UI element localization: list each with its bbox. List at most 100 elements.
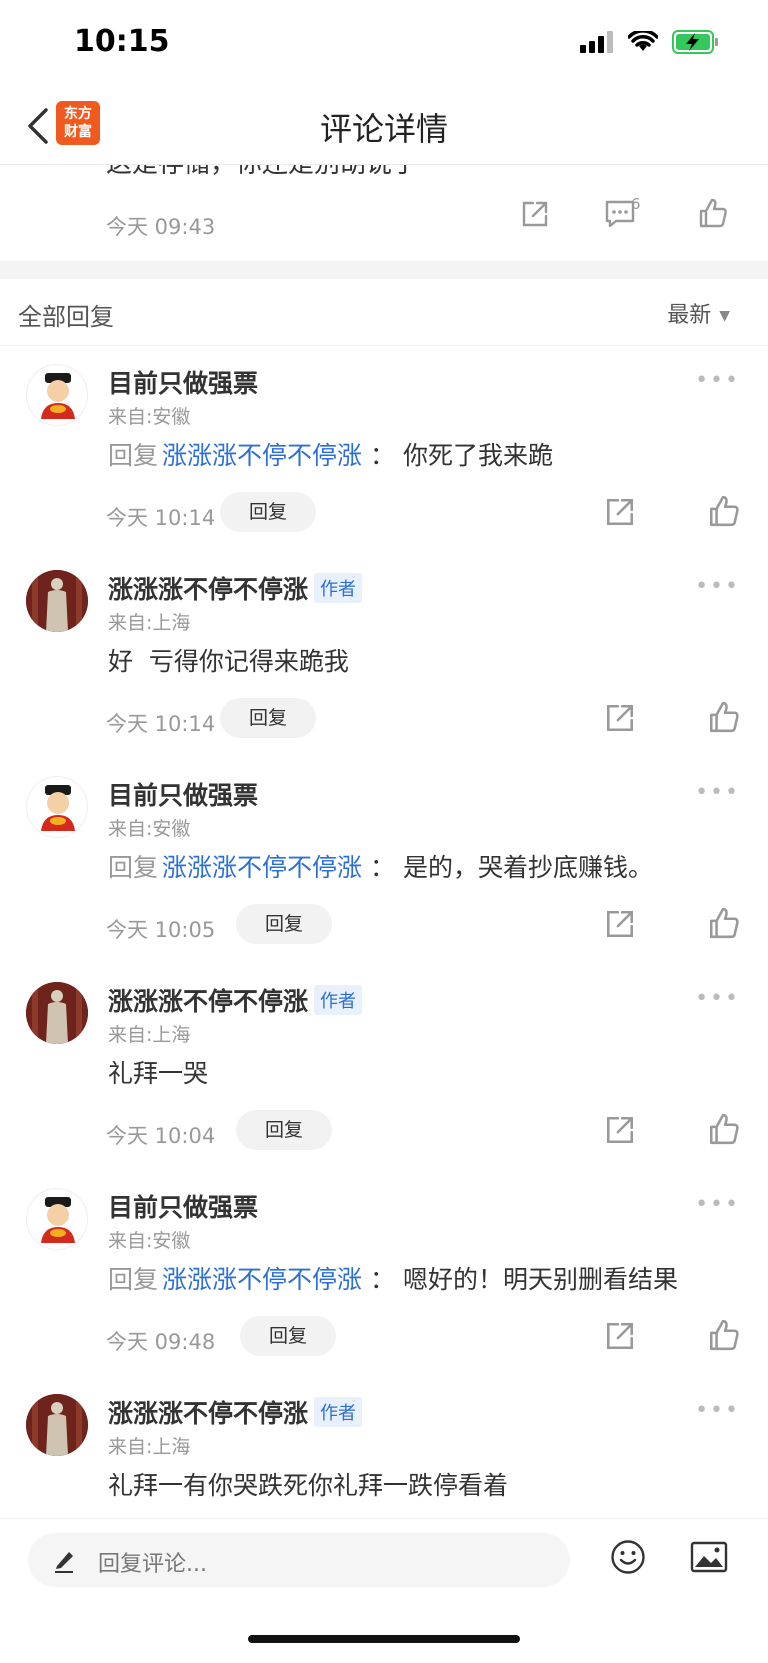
colon: ： (370, 441, 396, 470)
like-icon[interactable] (698, 197, 728, 229)
location: 来自:上海 (108, 1024, 191, 1046)
share-icon[interactable] (604, 496, 636, 528)
share-icon[interactable] (604, 908, 636, 940)
reply-time: 今天 10:14 (106, 506, 216, 530)
username[interactable]: 涨涨涨不停不停涨 作者 (108, 982, 363, 1018)
statue-photo-avatar-icon (26, 1394, 88, 1456)
reply-content: 回复 涨涨涨不停不停涨 ：是的，哭着抄底赚钱。 (108, 848, 653, 884)
reply-text: 你死了我来跪 (403, 441, 554, 470)
more-icon[interactable]: ••• (695, 1398, 740, 1423)
wifi-icon (628, 31, 658, 51)
mention-link[interactable]: 涨涨涨不停不停涨 (162, 441, 362, 470)
more-icon[interactable]: ••• (695, 1192, 740, 1217)
reply-item: 目前只做强票 来自:安徽 ••• 回复 涨涨涨不停不停涨：嗯好的！明天别删看结果 … (0, 1170, 768, 1376)
reply-time: 今天 10:05 (106, 918, 216, 942)
reply-time: 今天 09:48 (106, 1330, 216, 1354)
image-icon[interactable] (690, 1541, 728, 1573)
reply-text: 好 亏得你记得来跪我 (108, 647, 349, 676)
reply-text: 是的，哭着抄底赚钱。 (403, 853, 654, 882)
bottom-bar: 回复评论... (0, 1518, 768, 1663)
status-icons (580, 30, 720, 54)
colon: ： (370, 1265, 396, 1294)
replies-title: 全部回复 (18, 303, 114, 331)
reply-content: 礼拜一哭 (108, 1054, 208, 1090)
fortune-god-avatar-icon (41, 1197, 75, 1243)
reply-button[interactable]: 回复 (240, 1316, 336, 1356)
status-time: 10:15 (74, 24, 170, 59)
like-icon[interactable] (708, 1318, 740, 1352)
location: 来自:安徽 (108, 818, 191, 840)
emoji-icon[interactable] (610, 1539, 646, 1575)
reply-text: 礼拜一有你哭跌死你礼拜一跌停看着 (108, 1471, 509, 1500)
reply-prefix: 回复 (108, 1265, 159, 1294)
username[interactable]: 目前只做强票 (108, 1188, 258, 1224)
parent-comment: 这是存储，你还是别胡说了 今天 09:43 6 (0, 165, 768, 261)
avatar[interactable] (26, 570, 88, 632)
mention-link[interactable]: 涨涨涨不停不停涨 (162, 853, 362, 882)
reply-button[interactable]: 回复 (236, 1110, 332, 1150)
status-bar: 10:15 (0, 0, 768, 88)
location: 来自:上海 (108, 1436, 191, 1458)
reply-list: 目前只做强票 来自:安徽 ••• 回复 涨涨涨不停不停涨：你死了我来跪 今天 10… (0, 346, 768, 1518)
share-icon[interactable] (604, 702, 636, 734)
sort-dropdown[interactable]: 最新 ▼ (667, 297, 730, 329)
page-title: 评论详情 (319, 110, 448, 148)
share-icon[interactable] (520, 199, 550, 229)
parent-comment-time: 今天 09:43 (106, 215, 216, 239)
share-icon[interactable] (604, 1320, 636, 1352)
more-icon[interactable]: ••• (695, 780, 740, 805)
reply-time: 今天 10:14 (106, 712, 216, 736)
author-badge: 作者 (314, 1397, 363, 1427)
avatar[interactable] (26, 982, 88, 1044)
reply-time: 今天 10:04 (106, 1124, 216, 1148)
avatar[interactable] (26, 776, 88, 838)
author-badge: 作者 (314, 573, 363, 603)
username[interactable]: 目前只做强票 (108, 364, 258, 400)
reply-item: 目前只做强票 来自:安徽 ••• 回复 涨涨涨不停不停涨：你死了我来跪 今天 10… (0, 346, 768, 552)
reply-button[interactable]: 回复 (220, 492, 316, 532)
like-icon[interactable] (708, 494, 740, 528)
pencil-icon (55, 1552, 73, 1573)
reply-button[interactable]: 回复 (236, 904, 332, 944)
username-text: 涨涨涨不停不停涨 (108, 987, 309, 1016)
battery-charging-icon (672, 30, 718, 54)
share-icon[interactable] (604, 1114, 636, 1146)
username-text: 目前只做强票 (108, 781, 259, 810)
fortune-god-avatar-icon (41, 373, 75, 419)
like-icon[interactable] (708, 1112, 740, 1146)
more-icon[interactable]: ••• (695, 986, 740, 1011)
like-icon[interactable] (708, 906, 740, 940)
caret-down-icon: ▼ (719, 308, 730, 324)
reply-text: 嗯好的！明天别删看结果 (403, 1265, 679, 1294)
statue-photo-avatar-icon (26, 982, 88, 1044)
username-text: 涨涨涨不停不停涨 (108, 575, 309, 604)
username[interactable]: 目前只做强票 (108, 776, 258, 812)
reply-item: 涨涨涨不停不停涨 作者 来自:上海 ••• 礼拜一哭 今天 10:04 回复 (0, 964, 768, 1170)
signal-icon (580, 31, 613, 53)
like-icon[interactable] (708, 700, 740, 734)
replies-header: 全部回复 最新 ▼ (0, 279, 768, 346)
sort-label: 最新 (667, 303, 712, 328)
more-icon[interactable]: ••• (695, 368, 740, 393)
avatar[interactable] (26, 1394, 88, 1456)
mention-link[interactable]: 涨涨涨不停不停涨 (162, 1265, 362, 1294)
username[interactable]: 涨涨涨不停不停涨 作者 (108, 1394, 363, 1430)
avatar[interactable] (26, 1188, 88, 1250)
reply-item: 目前只做强票 来自:安徽 ••• 回复 涨涨涨不停不停涨 ：是的，哭着抄底赚钱。 今… (0, 758, 768, 964)
reply-content: 回复 涨涨涨不停不停涨 ：你死了我来跪 (108, 436, 553, 472)
reply-text: 礼拜一哭 (108, 1059, 209, 1088)
reply-button[interactable]: 回复 (220, 698, 316, 738)
home-indicator (248, 1635, 520, 1643)
reply-placeholder: 回复评论... (98, 1552, 207, 1577)
comment-count: 6 (631, 195, 641, 213)
colon: ： (370, 853, 396, 882)
reply-content: 回复 涨涨涨不停不停涨 ：嗯好的！明天别删看结果 (108, 1260, 678, 1296)
author-badge: 作者 (314, 985, 363, 1015)
avatar[interactable] (26, 364, 88, 426)
section-divider (0, 261, 768, 279)
more-icon[interactable]: ••• (695, 574, 740, 599)
username[interactable]: 涨涨涨不停不停涨 作者 (108, 570, 363, 606)
username-text: 目前只做强票 (108, 369, 259, 398)
reply-input[interactable]: 回复评论... (28, 1533, 570, 1587)
username-text: 涨涨涨不停不停涨 (108, 1399, 309, 1428)
